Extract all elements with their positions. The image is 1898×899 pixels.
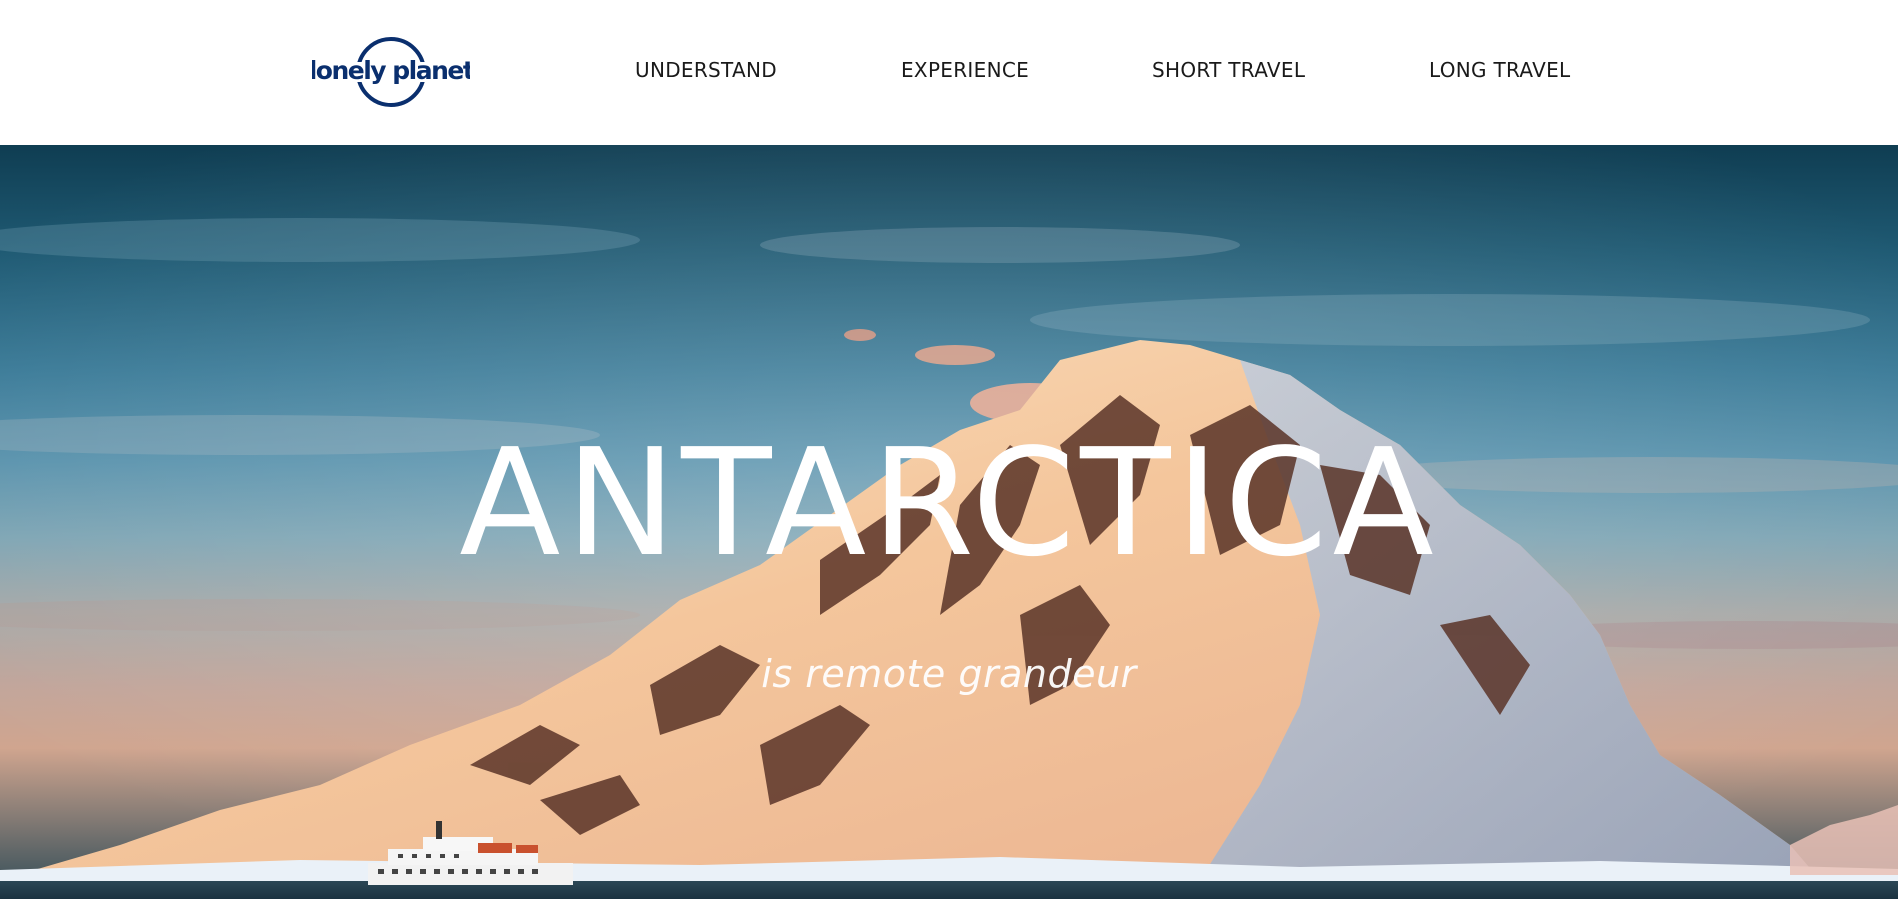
nav-long-travel[interactable]: LONG TRAVEL [1429,57,1570,83]
hero-subtitle: is remote grandeur [761,652,1137,696]
nav-short-travel[interactable]: SHORT TRAVEL [1152,57,1305,83]
hero-section: ANTARCTICA is remote grandeur [0,145,1898,899]
hero-title: ANTARCTICA [459,417,1439,589]
nav-understand[interactable]: UNDERSTAND [635,57,777,83]
page: lonely planet UNDERSTAND EXPERIENCE SHOR… [0,0,1898,899]
main-nav: UNDERSTAND EXPERIENCE SHORT TRAVEL LONG … [0,0,1898,145]
sea [0,881,1898,899]
site-header: lonely planet UNDERSTAND EXPERIENCE SHOR… [0,0,1898,145]
nav-experience[interactable]: EXPERIENCE [901,57,1029,83]
